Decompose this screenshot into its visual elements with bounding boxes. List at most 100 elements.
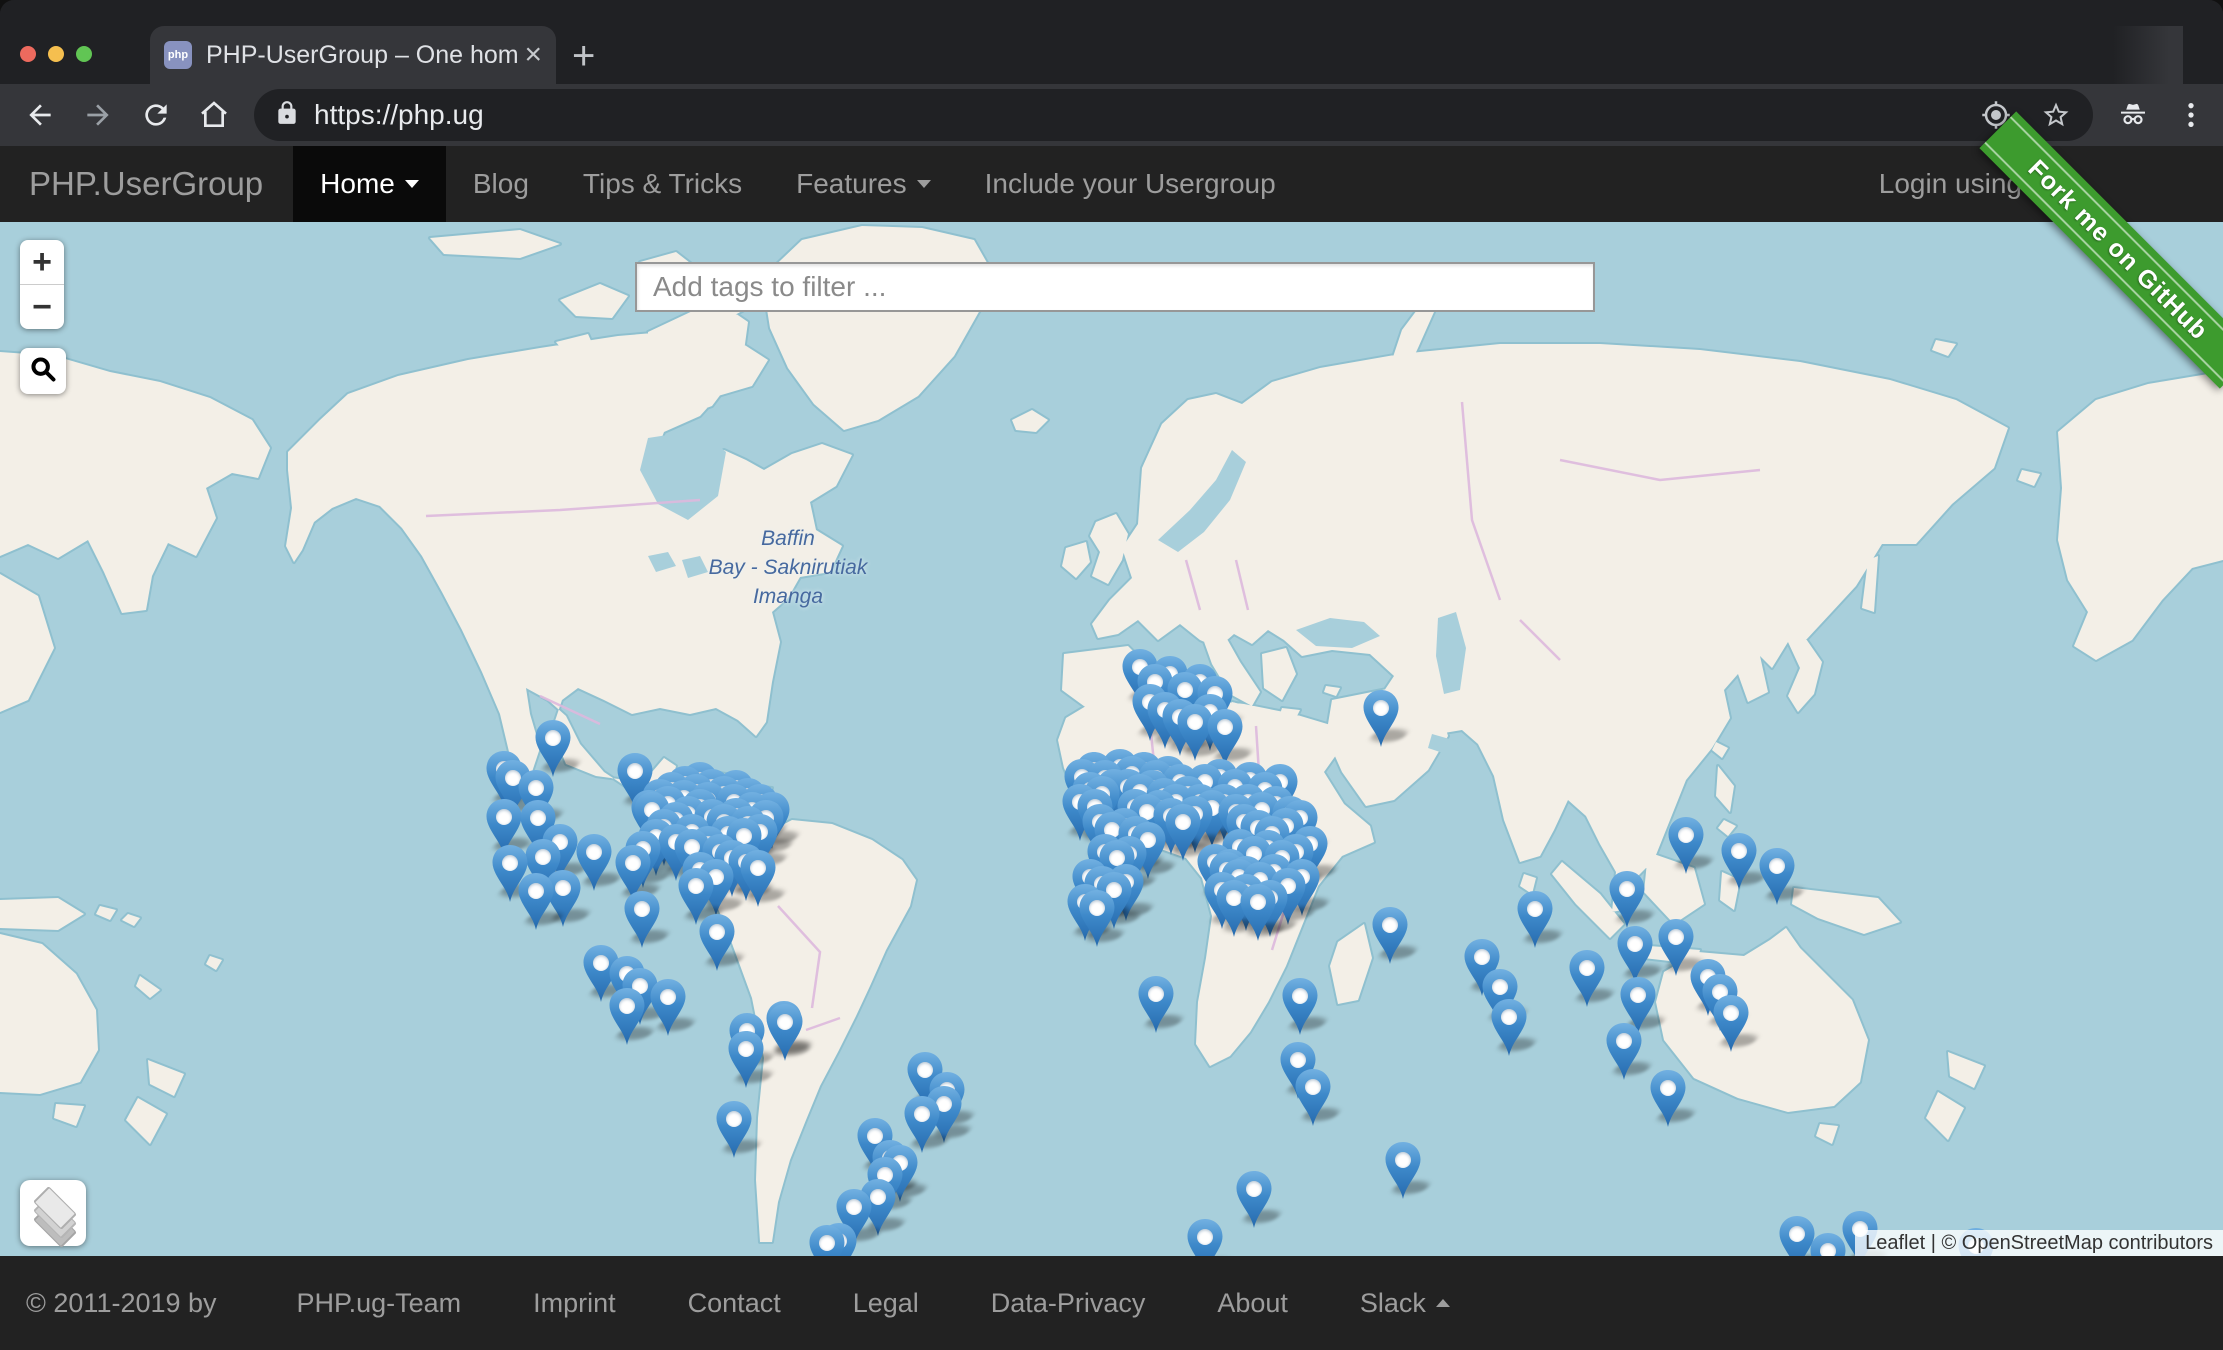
brand-logo[interactable]: PHP.UserGroup [0,146,293,222]
footer-link-label: Contact [688,1288,781,1319]
nav-item[interactable]: Blog [446,146,556,222]
menu-kebab-icon[interactable] [2173,97,2209,133]
site-footer: © 2011-2019 by PHP.ug-Team Imprint Conta… [0,1256,2223,1350]
lock-icon [274,100,300,131]
map-marker[interactable] [1605,1022,1643,1082]
map-marker[interactable] [808,1224,846,1256]
map-marker[interactable] [517,872,555,932]
close-tab-icon[interactable]: × [524,40,542,70]
map-marker[interactable] [1078,889,1116,949]
marker-hole [1290,1052,1306,1068]
footer-link[interactable]: Legal [853,1288,919,1319]
map-marker[interactable] [1384,1141,1422,1201]
leaflet-map[interactable]: Baffin Bay - Saknirutiak Imanga [0,222,2223,1256]
marker-pin-icon [1516,890,1554,950]
marker-hole [1217,719,1233,735]
footer-link-label: About [1217,1288,1288,1319]
marker-hole [619,998,635,1014]
map-marker[interactable] [1667,816,1705,876]
map-marker[interactable] [1186,1218,1224,1256]
url-text[interactable]: https://php.ug [314,99,484,131]
marker-hole [1395,1152,1411,1168]
nav-item[interactable]: Home [293,146,446,222]
tag-filter-input[interactable] [635,262,1595,312]
marker-hole [1474,949,1490,965]
layers-control-button[interactable] [20,1180,86,1246]
map-marker[interactable] [1281,977,1319,1037]
map-marker[interactable] [1371,906,1409,966]
marker-hole [1187,714,1203,730]
browser-window: php PHP-UserGroup – One home fo × + http… [0,0,2223,1350]
nav-item[interactable]: Tips & Tricks [556,146,769,222]
map-search-button[interactable] [20,348,66,394]
marker-pin-icon [1239,883,1277,943]
marker-hole [1616,1033,1632,1049]
footer-link[interactable]: Imprint [533,1288,616,1319]
map-marker[interactable] [1516,890,1554,950]
zoom-window-button[interactable] [76,46,92,62]
nav-item[interactable]: Features [769,146,958,222]
map-marker[interactable] [1362,689,1400,749]
bookmark-star-icon[interactable] [2039,98,2073,132]
minimize-window-button[interactable] [48,46,64,62]
footer-link[interactable]: Contact [688,1288,781,1319]
marker-hole [726,1111,742,1127]
tab-title: PHP-UserGroup – One home fo [206,41,518,70]
footer-link[interactable]: PHP.ug-Team [297,1288,462,1319]
map-marker[interactable] [1294,1068,1332,1128]
browser-tab[interactable]: php PHP-UserGroup – One home fo × [150,26,556,84]
map-marker[interactable] [1720,832,1758,892]
back-icon[interactable] [22,97,58,133]
marker-hole [1769,858,1785,874]
marker-hole [1579,960,1595,976]
map-marker[interactable] [1239,883,1277,943]
map-marker[interactable] [727,1030,765,1090]
map-marker[interactable] [1712,994,1750,1054]
map-marker[interactable] [1758,847,1796,907]
address-bar[interactable]: https://php.ug [254,89,2093,141]
forward-icon[interactable] [80,97,116,133]
marker-pin-icon [1371,906,1409,966]
map-marker[interactable] [715,1100,753,1160]
marker-hole [1175,814,1191,830]
nav-item[interactable]: Include your Usergroup [958,146,1303,222]
reload-icon[interactable] [138,97,174,133]
marker-hole [1678,827,1694,843]
map-marker[interactable] [739,849,777,909]
map-marker[interactable] [608,987,646,1047]
footer-link-label: Imprint [533,1288,616,1319]
marker-hole [1305,1079,1321,1095]
zoom-in-button[interactable]: + [20,240,64,284]
marker-hole [627,763,643,779]
map-marker[interactable] [1137,975,1175,1035]
marker-hole [660,989,676,1005]
marker-hole [634,901,650,917]
marker-hole [1723,1005,1739,1021]
map-attribution[interactable]: Leaflet | © OpenStreetMap contributors [1855,1230,2223,1256]
map-marker[interactable] [1649,1069,1687,1129]
footer-link[interactable]: About [1217,1288,1288,1319]
marker-pin-icon [1281,977,1319,1037]
home-icon[interactable] [196,97,232,133]
nav-item-label: Home [320,146,395,222]
marker-pin-icon [517,872,555,932]
footer-link[interactable]: Data-Privacy [991,1288,1146,1319]
map-marker[interactable] [1608,870,1646,930]
close-window-button[interactable] [20,46,36,62]
copyright-text: © 2011-2019 by [26,1288,217,1319]
new-tab-button[interactable]: + [572,38,595,74]
footer-link[interactable]: Slack [1360,1288,1450,1319]
map-marker[interactable] [623,890,661,950]
marker-pin-icon [727,1030,765,1090]
map-marker[interactable] [649,978,687,1038]
map-marker[interactable] [1809,1232,1847,1256]
map-marker[interactable] [1490,998,1528,1058]
map-marker[interactable] [698,913,736,973]
marker-hole [1373,700,1389,716]
marker-hole [1197,1229,1213,1245]
marker-pin-icon [739,849,777,909]
zoom-out-button[interactable]: − [20,284,64,329]
map-marker[interactable] [1568,949,1606,1009]
marker-hole [502,855,518,871]
map-marker[interactable] [1235,1170,1273,1230]
